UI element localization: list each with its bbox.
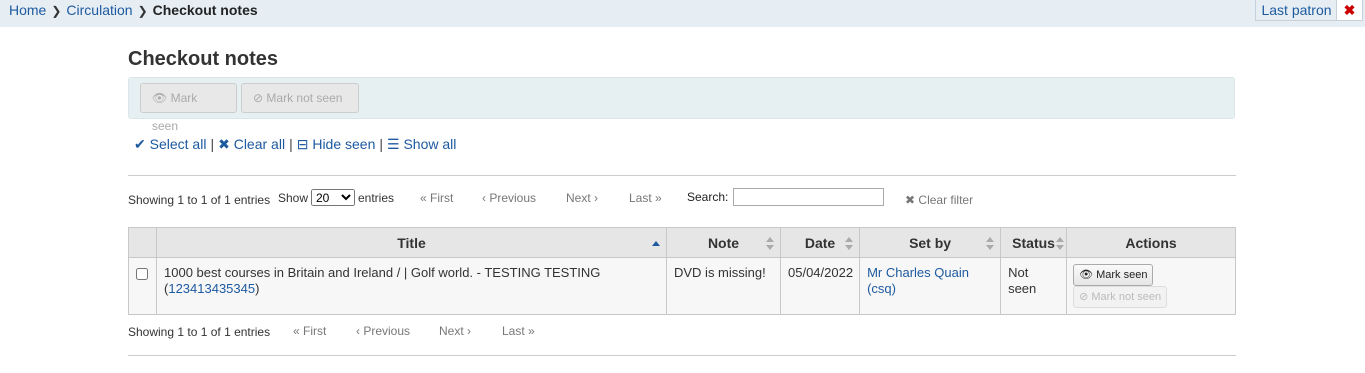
show-all-label: Show all — [403, 136, 457, 152]
checkout-notes-table: Title Note Date Set by Status Actions 10… — [128, 227, 1236, 315]
chevron-right-icon: ❯ — [51, 4, 62, 18]
row-mark-seen-button[interactable]: 👁 Mark seen — [1073, 264, 1154, 286]
page-length-select[interactable]: 20 — [311, 189, 355, 206]
row-select-cell — [128, 257, 157, 315]
previous-page-button-bottom[interactable]: ‹ Previous — [356, 324, 410, 338]
date-cell: 05/04/2022 — [779, 257, 861, 315]
hide-seen-label: Hide seen — [312, 136, 376, 152]
divider: | — [210, 136, 215, 152]
first-page-button[interactable]: « First — [420, 191, 453, 205]
sort-both-icon — [986, 237, 995, 250]
clear-all-label: Clear all — [233, 136, 286, 152]
times-icon: ✖ — [905, 193, 916, 207]
actions-cell: 👁 Mark seen ⊘ Mark not seen — [1066, 257, 1236, 315]
title-header-label: Title — [397, 234, 426, 251]
row-checkbox[interactable] — [136, 268, 148, 280]
show-label: Show — [278, 191, 309, 205]
breadcrumb-circulation[interactable]: Circulation — [66, 2, 132, 18]
select-all-label: Select all — [149, 136, 207, 152]
last-page-button[interactable]: Last » — [629, 191, 662, 205]
set-by-cell: Mr Charles Quain (csq) — [859, 257, 1002, 315]
list-icon: ☰ — [387, 136, 400, 152]
mark-not-seen-button[interactable]: ⊘ Mark not seen — [241, 83, 359, 113]
page-title: Checkout notes — [128, 48, 279, 70]
breadcrumb-current: Checkout notes — [152, 2, 258, 18]
last-patron-button[interactable]: Last patron — [1255, 0, 1338, 21]
previous-page-button[interactable]: ‹ Previous — [482, 191, 536, 205]
title-cell: 1000 best courses in Britain and Ireland… — [156, 257, 667, 315]
divider — [128, 355, 1236, 356]
hide-seen-link[interactable]: ⊟ Hide seen — [297, 136, 376, 152]
clear-all-link[interactable]: ✖ Clear all — [218, 136, 285, 152]
entries-label: entries — [358, 191, 395, 205]
status-column-header[interactable]: Status — [1000, 227, 1068, 258]
date-header-label: Date — [804, 234, 836, 251]
note-column-header[interactable]: Note — [666, 227, 781, 258]
eye-slash-icon: ⊘ — [253, 91, 264, 105]
note-cell: DVD is missing! — [666, 257, 781, 315]
minus-square-icon: ⊟ — [296, 136, 309, 152]
date-text: 05/04/2022 — [788, 265, 854, 280]
times-icon: ✖ — [218, 136, 230, 152]
breadcrumb-bar: Home ❯ Circulation ❯ Checkout notes Last pat… — [0, 0, 1365, 27]
eye-icon: 👁 — [1079, 269, 1094, 281]
next-page-button-bottom[interactable]: Next › — [439, 324, 471, 338]
table-info-bottom: Showing 1 to 1 of 1 entries — [128, 325, 271, 339]
check-icon: ✔ — [134, 136, 146, 152]
row-mark-not-seen-button[interactable]: ⊘ Mark not seen — [1073, 286, 1168, 308]
breadcrumb: Home ❯ Circulation ❯ Checkout notes — [9, 2, 258, 19]
date-column-header[interactable]: Date — [779, 227, 861, 258]
next-page-button[interactable]: Next › — [566, 191, 598, 205]
status-cell: Not seen — [1000, 257, 1068, 315]
show-all-link[interactable]: ☰ Show all — [387, 136, 456, 152]
last-page-button-bottom[interactable]: Last » — [502, 324, 535, 338]
status-text: Not seen — [1008, 265, 1037, 296]
select-all-link[interactable]: ✔ Select all — [134, 136, 206, 152]
sort-both-icon — [845, 237, 854, 250]
title-column-header[interactable]: Title — [156, 227, 667, 258]
divider: | — [379, 136, 384, 152]
sort-both-icon — [766, 237, 774, 250]
note-header-label: Note — [707, 234, 740, 251]
table-info: Showing 1 to 1 of 1 entries — [128, 193, 271, 207]
mark-seen-button[interactable]: 👁 Mark seen — [140, 83, 237, 133]
search-label: Search: — [687, 190, 729, 204]
search-input[interactable] — [733, 188, 884, 206]
actions-column-header: Actions — [1066, 227, 1236, 258]
select-column-header — [128, 227, 157, 258]
first-page-button-bottom[interactable]: « First — [293, 324, 326, 338]
patron-link[interactable]: Mr Charles Quain (csq) — [867, 265, 969, 296]
divider — [128, 175, 1236, 176]
eye-slash-icon: ⊘ — [1079, 291, 1089, 303]
sort-asc-icon — [652, 241, 660, 246]
clear-filter-button[interactable]: ✖ Clear filter — [905, 193, 973, 207]
toolbar: 👁 Mark seen ⊘ Mark not seen — [128, 77, 1235, 133]
selection-links: ✔ Select all | ✖ Clear all | ⊟ Hide seen | ☰ S… — [134, 136, 456, 152]
chevron-right-icon: ❯ — [137, 4, 148, 18]
actions-header-label: Actions — [1125, 234, 1177, 251]
divider: | — [289, 136, 293, 152]
mark-not-seen-label: Mark not seen — [266, 91, 343, 105]
set-by-column-header[interactable]: Set by — [859, 227, 1002, 258]
sort-both-icon — [1056, 237, 1065, 250]
eye-icon: 👁 — [152, 91, 168, 105]
table-header-row: Title Note Date Set by Status Actions — [128, 227, 1236, 258]
barcode-link[interactable]: 123413435345 — [168, 281, 255, 296]
title-text: 1000 best courses in Britain and Ireland… — [164, 265, 601, 280]
note-text: DVD is missing! — [674, 265, 766, 280]
breadcrumb-home[interactable]: Home — [9, 2, 46, 18]
close-icon[interactable]: ✖ — [1336, 0, 1363, 21]
status-header-label: Status — [1012, 234, 1055, 251]
table-row: 1000 best courses in Britain and Ireland… — [128, 257, 1236, 315]
set-by-header-label: Set by — [909, 234, 952, 251]
